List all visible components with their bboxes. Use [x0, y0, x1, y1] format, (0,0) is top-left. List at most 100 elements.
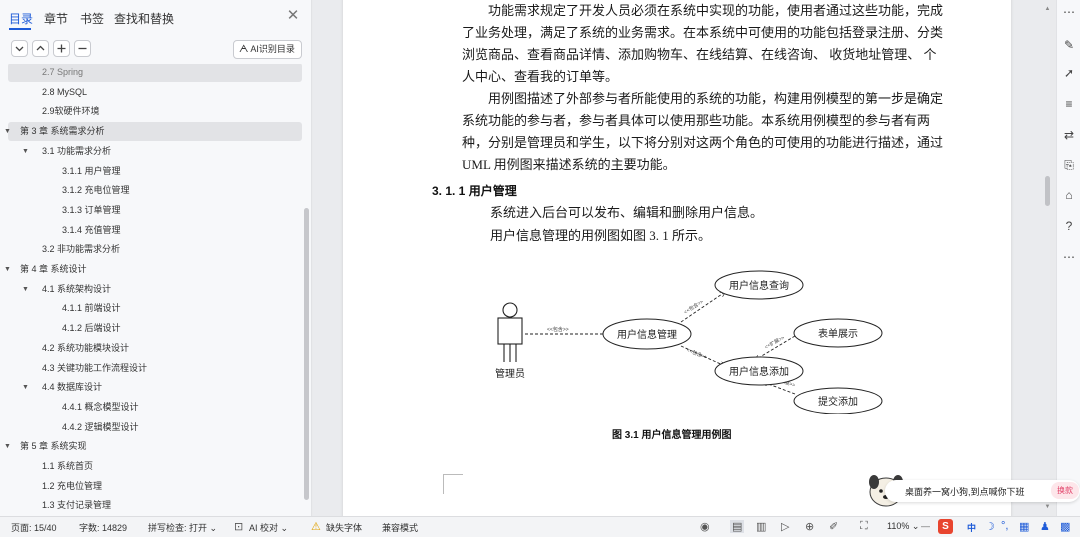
word-count[interactable]: 字数: 14829	[79, 521, 127, 534]
collapse-all-button[interactable]	[11, 40, 28, 57]
document-page: 功能需求规定了开发人员必须在系统中实现的功能，使用者通过这些功能，完成 了业务处理…	[343, 0, 1011, 516]
zoom-out-button[interactable]: —	[921, 521, 930, 531]
adjust-icon[interactable]: ≡	[1062, 97, 1076, 111]
toc-list: 2.7 Spring 2.8 MySQL 2.9软硬件环境 ▼ 第 3 章 系统需求分析…	[0, 64, 302, 516]
expand-up-button[interactable]	[32, 40, 49, 57]
toc-item[interactable]: ▼ 第 4 章 系统设计	[4, 260, 302, 279]
page-margin-marker	[443, 474, 463, 494]
play-icon[interactable]: ▷	[781, 520, 789, 533]
zoom-level[interactable]: 110% ⌄	[887, 521, 919, 532]
toc-item[interactable]: ▼ 第 3 章 系统需求分析	[4, 122, 302, 142]
ai-toc-button[interactable]: ᗅ AI识别目录	[233, 40, 302, 59]
translate-icon[interactable]: ⇄	[1062, 128, 1076, 142]
share-icon[interactable]: ⎘	[1062, 158, 1076, 172]
page-indicator[interactable]: 页面: 15/40	[11, 521, 57, 534]
punctuation-icon[interactable]: °,	[1001, 520, 1008, 532]
toc-item-label: 4.2 系统功能模块设计	[42, 342, 130, 353]
expand-arrow-icon[interactable]: ▼	[22, 280, 29, 299]
paragraph-use-case-intro: 用例图描述了外部参与者所能使用的系统的功能，构建用例模型的第一步是确定 系统功能的…	[462, 88, 967, 176]
tshirt-icon[interactable]: ⌂	[1062, 188, 1076, 202]
ime-chinese-mode[interactable]: 中	[967, 521, 976, 534]
tab-toc[interactable]: 目录	[9, 10, 33, 27]
scroll-up-arrow[interactable]: ▲	[1043, 6, 1052, 14]
add-level-button[interactable]	[53, 40, 70, 57]
switch-style-button[interactable]: 换款	[1051, 482, 1079, 499]
usecase-main-label: 用户信息管理	[617, 328, 677, 341]
toc-item[interactable]: 2.7 Spring	[8, 64, 302, 82]
toc-item[interactable]: ▼ 3.1 功能需求分析	[8, 142, 302, 161]
eye-icon[interactable]: ◉	[700, 520, 710, 533]
toc-item[interactable]: 2.9软硬件环境	[8, 102, 302, 121]
toc-item[interactable]: 4.3 关键功能工作流程设计	[8, 359, 302, 378]
more-icon[interactable]: ⋯	[1062, 5, 1076, 19]
tab-chapters[interactable]: 章节	[44, 10, 68, 27]
toc-item[interactable]: ▼ 4.1 系统架构设计	[8, 280, 302, 299]
usecase-query-label: 用户信息查询	[729, 279, 789, 292]
toc-item[interactable]: ▼ 第 5 章 系统实现	[4, 437, 302, 456]
toc-item-label: 4.1.2 后端设计	[62, 323, 121, 334]
toc-item[interactable]: 2.8 MySQL	[8, 83, 302, 102]
toc-item[interactable]: 4.4.1 概念模型设计	[8, 398, 302, 417]
edge-label-add-show: <<扩展>>	[763, 334, 785, 350]
text-line: UML 用例图来描述系统的主要功能。	[462, 157, 676, 172]
toc-item-label: 1.1 系统首页	[42, 461, 94, 471]
toc-item-label: 4.1.1 前端设计	[62, 303, 121, 314]
expand-arrow-icon[interactable]: ▼	[22, 378, 29, 397]
actor-admin-figure	[497, 302, 523, 362]
edge-label-main-add: <<包含>>	[686, 347, 709, 362]
paragraph-figure-ref: 用户信息管理的用例图如图 3. 1 所示。	[490, 228, 712, 243]
outline-view-icon[interactable]: ▥	[756, 520, 766, 533]
ime-logo-icon[interactable]: S	[938, 519, 953, 534]
apps-icon[interactable]: ▩	[1060, 520, 1070, 533]
ai-proofread-button[interactable]: AI 校对 ⌄	[249, 521, 288, 534]
zoom-value: 110%	[887, 521, 910, 531]
nav-scrollbar[interactable]	[304, 208, 309, 500]
moon-icon[interactable]: ☽	[985, 520, 995, 533]
remove-level-button[interactable]	[74, 40, 91, 57]
toc-item[interactable]: 1.3 支付记录管理	[8, 496, 302, 515]
tab-bookmarks[interactable]: 书签	[80, 10, 104, 27]
close-icon[interactable]: ✕	[285, 8, 301, 24]
spell-check-toggle[interactable]: 拼写检查: 打开 ⌄	[148, 521, 217, 534]
ai-proofread-icon: ⊡	[234, 521, 244, 533]
toc-item[interactable]: 4.4.2 逻辑模型设计	[8, 418, 302, 437]
toc-item-label: 4.3 关键功能工作流程设计	[42, 362, 148, 373]
pen-mode-icon[interactable]: ✐	[829, 520, 838, 533]
usecase-submit-label: 提交添加	[818, 395, 858, 408]
toc-item[interactable]: 4.1.1 前端设计	[8, 299, 302, 318]
fit-window-icon[interactable]: ⛶	[860, 520, 868, 533]
toc-item-label: 4.4.2 逻辑模型设计	[62, 421, 139, 432]
expand-arrow-icon[interactable]: ▼	[4, 122, 11, 141]
toc-item[interactable]: 3.2 非功能需求分析	[8, 240, 302, 259]
more-tools-icon[interactable]: ⋯	[1062, 250, 1076, 264]
keyboard-icon[interactable]: ▦	[1019, 520, 1029, 533]
help-icon[interactable]: ?	[1062, 219, 1076, 233]
mascot-notification[interactable]: 桌面养一窝小狗,到点喊你下班 换款	[865, 472, 1080, 508]
section-heading: 3. 1. 1 用户管理	[432, 184, 517, 198]
expand-arrow-icon[interactable]: ▼	[22, 142, 29, 161]
page-view-icon[interactable]: ▤	[730, 520, 745, 533]
expand-arrow-icon[interactable]: ▼	[4, 260, 11, 279]
toc-item[interactable]: 1.1 系统首页	[8, 457, 302, 476]
web-view-icon[interactable]: ⊕	[805, 520, 814, 533]
missing-font-button[interactable]: 缺失字体	[326, 521, 362, 534]
toc-item-label: 第 5 章 系统实现	[20, 441, 87, 452]
toc-item[interactable]: 3.1.4 充值管理	[8, 221, 302, 240]
toc-item-label: 1.2 充电位管理	[42, 480, 103, 491]
toc-item[interactable]: ▼ 4.4 数据库设计	[8, 378, 302, 397]
toc-item[interactable]: 4.2 系统功能模块设计	[8, 339, 302, 358]
toc-item[interactable]: 3.1.1 用户管理	[8, 162, 302, 181]
toc-item[interactable]: 3.1.3 订单管理	[8, 201, 302, 220]
toc-item-label: 1.3 支付记录管理	[42, 500, 112, 511]
toc-item[interactable]: 4.1.2 后端设计	[8, 319, 302, 338]
user-icon[interactable]: ♟	[1040, 520, 1050, 533]
expand-arrow-icon[interactable]: ▼	[4, 437, 11, 456]
nav-tab-bar: 目录 章节 书签 查找和替换 ✕	[0, 0, 312, 34]
warning-icon: ⚠	[311, 521, 321, 533]
toc-item[interactable]: 3.1.2 充电位管理	[8, 181, 302, 200]
cursor-icon[interactable]: ➚	[1062, 66, 1076, 80]
tab-find-replace[interactable]: 查找和替换	[114, 10, 174, 27]
edit-pen-icon[interactable]: ✎	[1062, 38, 1076, 52]
document-scrollbar[interactable]	[1045, 176, 1050, 206]
toc-item[interactable]: 1.2 充电位管理	[8, 477, 302, 496]
